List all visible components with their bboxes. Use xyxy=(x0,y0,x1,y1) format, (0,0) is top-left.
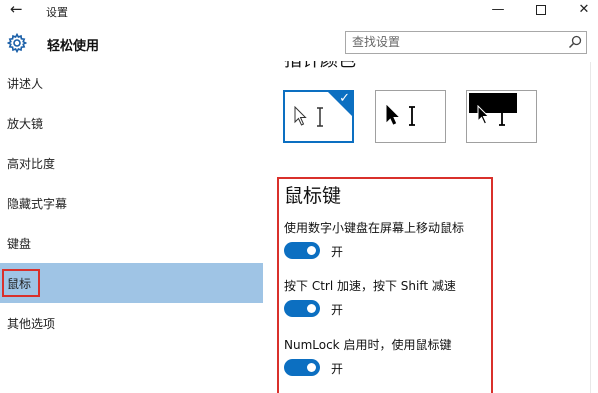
speed-keys-toggle[interactable] xyxy=(284,300,320,317)
toggle-state-label: 开 xyxy=(331,245,344,259)
pointer-arrow-icon xyxy=(386,105,399,125)
pointer-color-white-tile[interactable]: ✓ xyxy=(283,90,354,143)
toggle-knob xyxy=(307,304,316,313)
sidebar-item-keyboard[interactable]: 键盘 xyxy=(0,223,263,263)
minimize-button[interactable]: — xyxy=(486,1,510,19)
search-input[interactable] xyxy=(352,35,562,49)
toggle-knob xyxy=(307,363,316,372)
search-box[interactable] xyxy=(345,31,587,54)
sidebar-item-label: 讲述人 xyxy=(7,77,44,91)
text-cursor-icon xyxy=(317,107,323,127)
pointer-arrow-icon xyxy=(294,106,307,126)
sidebar-item-high-contrast[interactable]: 高对比度 xyxy=(0,143,263,183)
scrollbar-track[interactable] xyxy=(590,62,591,393)
window-title: 设置 xyxy=(46,6,68,19)
sidebar-item-label: 鼠标 xyxy=(7,277,32,291)
pointer-arrow-icon xyxy=(477,105,490,125)
speed-keys-option-label: 按下 Ctrl 加速，按下 Shift 减速 xyxy=(284,279,456,293)
pointer-color-inverted-tile[interactable] xyxy=(466,90,537,143)
text-cursor-icon xyxy=(409,106,415,126)
sidebar-item-closed-captions[interactable]: 隐藏式字幕 xyxy=(0,183,263,223)
close-button[interactable]: ✕ xyxy=(572,1,596,19)
sidebar-item-magnifier[interactable]: 放大镜 xyxy=(0,103,263,143)
checkmark-icon: ✓ xyxy=(339,91,350,106)
sidebar-item-label: 其他选项 xyxy=(7,317,56,331)
pointer-color-black-tile[interactable] xyxy=(375,90,446,143)
sidebar-item-narrator[interactable]: 讲述人 xyxy=(0,63,263,103)
toggle-state-label: 开 xyxy=(331,303,344,317)
page-title: 轻松使用 xyxy=(47,39,100,54)
text-cursor-icon xyxy=(499,106,505,126)
sidebar-item-label: 放大镜 xyxy=(7,117,44,131)
maximize-icon xyxy=(536,5,546,15)
sidebar-item-other-options[interactable]: 其他选项 xyxy=(0,303,263,343)
sidebar-item-label: 高对比度 xyxy=(7,157,56,171)
sidebar-item-label: 隐藏式字幕 xyxy=(7,197,68,211)
search-icon[interactable] xyxy=(568,35,582,49)
toggle-state-label: 开 xyxy=(331,362,344,376)
title-bar: ← 设置 — ✕ xyxy=(0,0,598,20)
maximize-button[interactable] xyxy=(529,1,553,19)
mouse-keys-toggle[interactable] xyxy=(284,242,320,259)
mouse-keys-title: 鼠标键 xyxy=(284,185,342,207)
sidebar-item-label: 键盘 xyxy=(7,237,32,251)
back-arrow-icon[interactable]: ← xyxy=(10,1,23,17)
numlock-option-label: NumLock 启用时，使用鼠标键 xyxy=(284,338,452,352)
gear-icon xyxy=(7,33,27,53)
mouse-keys-option-label: 使用数字小键盘在屏幕上移动鼠标 xyxy=(284,221,465,235)
numlock-toggle[interactable] xyxy=(284,359,320,376)
toggle-knob xyxy=(307,246,316,255)
sidebar-item-mouse[interactable]: 鼠标 xyxy=(0,263,263,303)
